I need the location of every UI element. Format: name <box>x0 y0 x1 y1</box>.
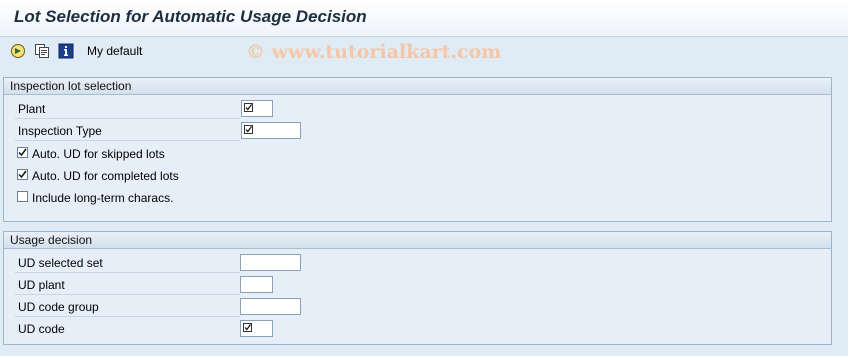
required-check-icon <box>244 103 253 112</box>
plant-row: Plant <box>4 99 831 119</box>
save-variant-icon[interactable] <box>33 42 50 59</box>
inspection-type-row: Inspection Type <box>4 121 831 141</box>
auto-ud-completed-checkbox[interactable] <box>17 169 28 180</box>
checkmark-icon <box>18 148 27 157</box>
group-title: Usage decision <box>4 232 831 249</box>
auto-ud-skipped-row: Auto. UD for skipped lots <box>4 144 831 164</box>
plant-label: Plant <box>18 102 46 116</box>
include-long-term-row: Include long-term characs. <box>4 188 831 208</box>
checkmark-icon <box>18 170 27 179</box>
ud-code-group-row: UD code group <box>4 297 831 317</box>
my-default-variant-button[interactable]: My default <box>87 44 142 58</box>
ud-selected-set-field[interactable] <box>240 254 301 271</box>
auto-ud-skipped-checkbox[interactable] <box>17 147 28 158</box>
plant-field[interactable] <box>241 100 273 117</box>
row-divider <box>15 294 240 295</box>
row-divider <box>15 272 240 273</box>
required-check-icon <box>243 323 252 332</box>
title-bar: Lot Selection for Automatic Usage Decisi… <box>0 0 848 37</box>
auto-ud-skipped-label: Auto. UD for skipped lots <box>32 147 165 161</box>
auto-ud-completed-label: Auto. UD for completed lots <box>32 169 179 183</box>
ud-selected-set-label: UD selected set <box>18 256 103 270</box>
include-long-term-label: Include long-term characs. <box>32 191 174 205</box>
inspection-lot-selection-group: Inspection lot selection Plant Inspectio… <box>3 77 832 222</box>
ud-selected-set-row: UD selected set <box>4 253 831 273</box>
group-title: Inspection lot selection <box>4 78 831 95</box>
required-check-icon <box>244 125 253 134</box>
ud-code-group-field[interactable] <box>240 298 301 315</box>
ud-code-row: UD code <box>4 319 831 339</box>
inspection-type-label: Inspection Type <box>18 124 102 138</box>
row-divider <box>15 140 240 141</box>
auto-ud-completed-row: Auto. UD for completed lots <box>4 166 831 186</box>
ud-plant-label: UD plant <box>18 278 65 292</box>
row-divider <box>15 118 240 119</box>
ud-code-group-label: UD code group <box>18 300 99 314</box>
row-divider <box>15 316 240 317</box>
watermark: © www.tutorialkart.com <box>246 41 502 63</box>
execute-icon[interactable] <box>9 42 26 59</box>
ud-code-field[interactable] <box>240 320 273 337</box>
ud-code-label: UD code <box>18 322 65 336</box>
ud-plant-field[interactable] <box>240 276 273 293</box>
page-title: Lot Selection for Automatic Usage Decisi… <box>14 7 367 26</box>
usage-decision-group: Usage decision UD selected set UD plant … <box>3 231 832 345</box>
inspection-type-field[interactable] <box>241 122 301 139</box>
ud-plant-row: UD plant <box>4 275 831 295</box>
include-long-term-checkbox[interactable] <box>17 191 28 202</box>
info-icon[interactable] <box>57 42 74 59</box>
